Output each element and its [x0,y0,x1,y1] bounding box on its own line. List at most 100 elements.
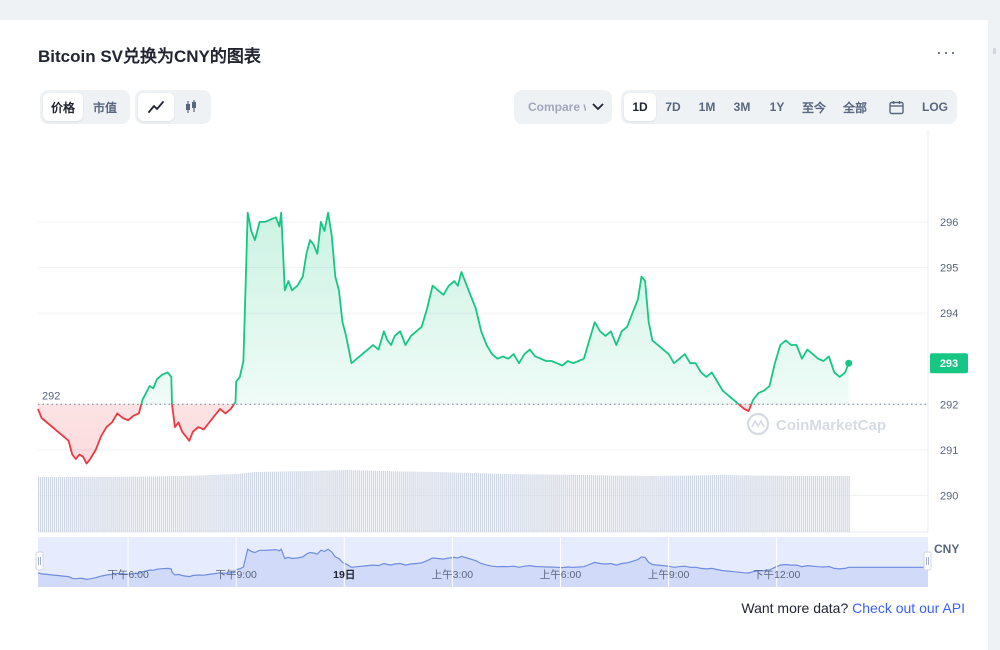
volume-bar [337,470,339,532]
volume-bar [222,474,224,532]
line-chart-button[interactable] [138,93,174,121]
volume-bar [444,472,446,532]
volume-bar [214,474,216,532]
volume-bar [816,476,819,532]
volume-bar [57,477,60,532]
y-tick-label: 295 [940,262,958,274]
volume-bar [93,477,95,532]
range-ytd[interactable]: 至今 [794,93,834,121]
volume-bar [442,472,444,532]
volume-bar [464,472,466,532]
tab-price[interactable]: 价格 [43,93,83,121]
range-all[interactable]: 全部 [834,93,876,121]
volume-bar [799,476,801,532]
volume-bar [836,476,838,532]
price-chart[interactable]: CoinMarketCap 290291292294295296292CNY 下… [0,130,988,600]
volume-bar [95,477,97,532]
volume-bar [349,470,351,532]
candlestick-icon [186,100,196,113]
volume-bar [242,473,244,532]
volume-bar [775,475,777,532]
volume-bar [515,474,517,532]
volume-bar [806,476,809,532]
volume-bar [246,472,248,532]
volume-bar [277,471,279,532]
volume-bar [509,474,511,532]
area-fill-above-baseline [141,212,849,405]
volume-bar [51,477,54,532]
coinmarketcap-watermark: CoinMarketCap [746,412,886,436]
volume-bar [505,473,507,532]
volume-bar [771,475,773,532]
volume-bar [684,475,686,532]
volume-bar [206,475,208,532]
volume-bar [561,474,563,532]
watermark-text: CoinMarketCap [776,417,886,434]
volume-bar [220,474,222,532]
volume-bar [370,470,373,532]
volume-bar [154,476,157,532]
volume-bar [127,476,129,532]
volume-bar [194,475,196,532]
volume-bar [178,476,180,532]
volume-bar [404,471,406,532]
compare-select[interactable]: Compare with [514,90,612,124]
volume-bar [152,476,155,532]
range-1y[interactable]: 1Y [760,93,794,121]
volume-bar [71,477,73,532]
volume-bar [517,474,519,532]
volume-bar [759,475,761,532]
navigator-left-handle[interactable] [35,551,44,571]
volume-bar [73,477,75,532]
range-3m[interactable]: 3M [724,93,760,121]
volume-bar [741,475,743,532]
volume-bar [656,475,658,532]
volume-bar [244,473,246,532]
more-options-icon[interactable]: ··· [936,42,957,63]
volume-bar [527,474,529,532]
volume-bar [781,475,783,532]
tab-market-cap[interactable]: 市值 [83,93,127,121]
range-7d[interactable]: 7D [656,93,690,121]
date-range-button[interactable] [876,93,916,121]
log-scale-toggle[interactable]: LOG [916,93,954,121]
range-1m[interactable]: 1M [690,93,724,121]
volume-bar [131,476,133,532]
volume-bar [475,473,478,532]
volume-bar [537,474,539,532]
volume-bar [184,475,186,532]
range-navigator[interactable]: 下午6:00 下午9:00 19日 上午3:00 上午6:00 上午9:00 下午12:00 [0,537,988,589]
volume-bar [103,477,105,532]
volume-bar [543,474,545,532]
volume-bar [523,474,525,532]
volume-bar [355,470,357,532]
volume-bar [408,471,410,532]
volume-bar [357,470,359,532]
volume-bar [135,476,137,532]
navigator-right-handle[interactable] [923,551,932,571]
volume-bar [382,471,385,532]
volume-bar [91,477,93,532]
volume-bar [386,471,388,532]
volume-bar [301,471,303,532]
api-promo: Want more data? Check out our API [700,600,965,616]
volume-bar [109,477,111,532]
volume-bar [767,475,769,532]
volume-bar [156,476,159,532]
volume-bar [555,474,557,532]
line-chart-icon [148,101,164,113]
volume-bar [519,474,521,532]
volume-bar [212,474,214,532]
range-1d[interactable]: 1D [624,93,656,121]
volume-bar [650,475,652,532]
candlestick-button[interactable] [174,93,208,121]
api-link[interactable]: Check out our API [852,600,965,616]
volume-bar [160,476,163,532]
volume-bar [753,475,755,532]
volume-bar [592,475,595,532]
volume-bar [481,473,484,532]
volume-bar [133,476,135,532]
volume-bar [468,472,470,532]
volume-bar [250,472,252,532]
volume-bar [581,475,583,532]
